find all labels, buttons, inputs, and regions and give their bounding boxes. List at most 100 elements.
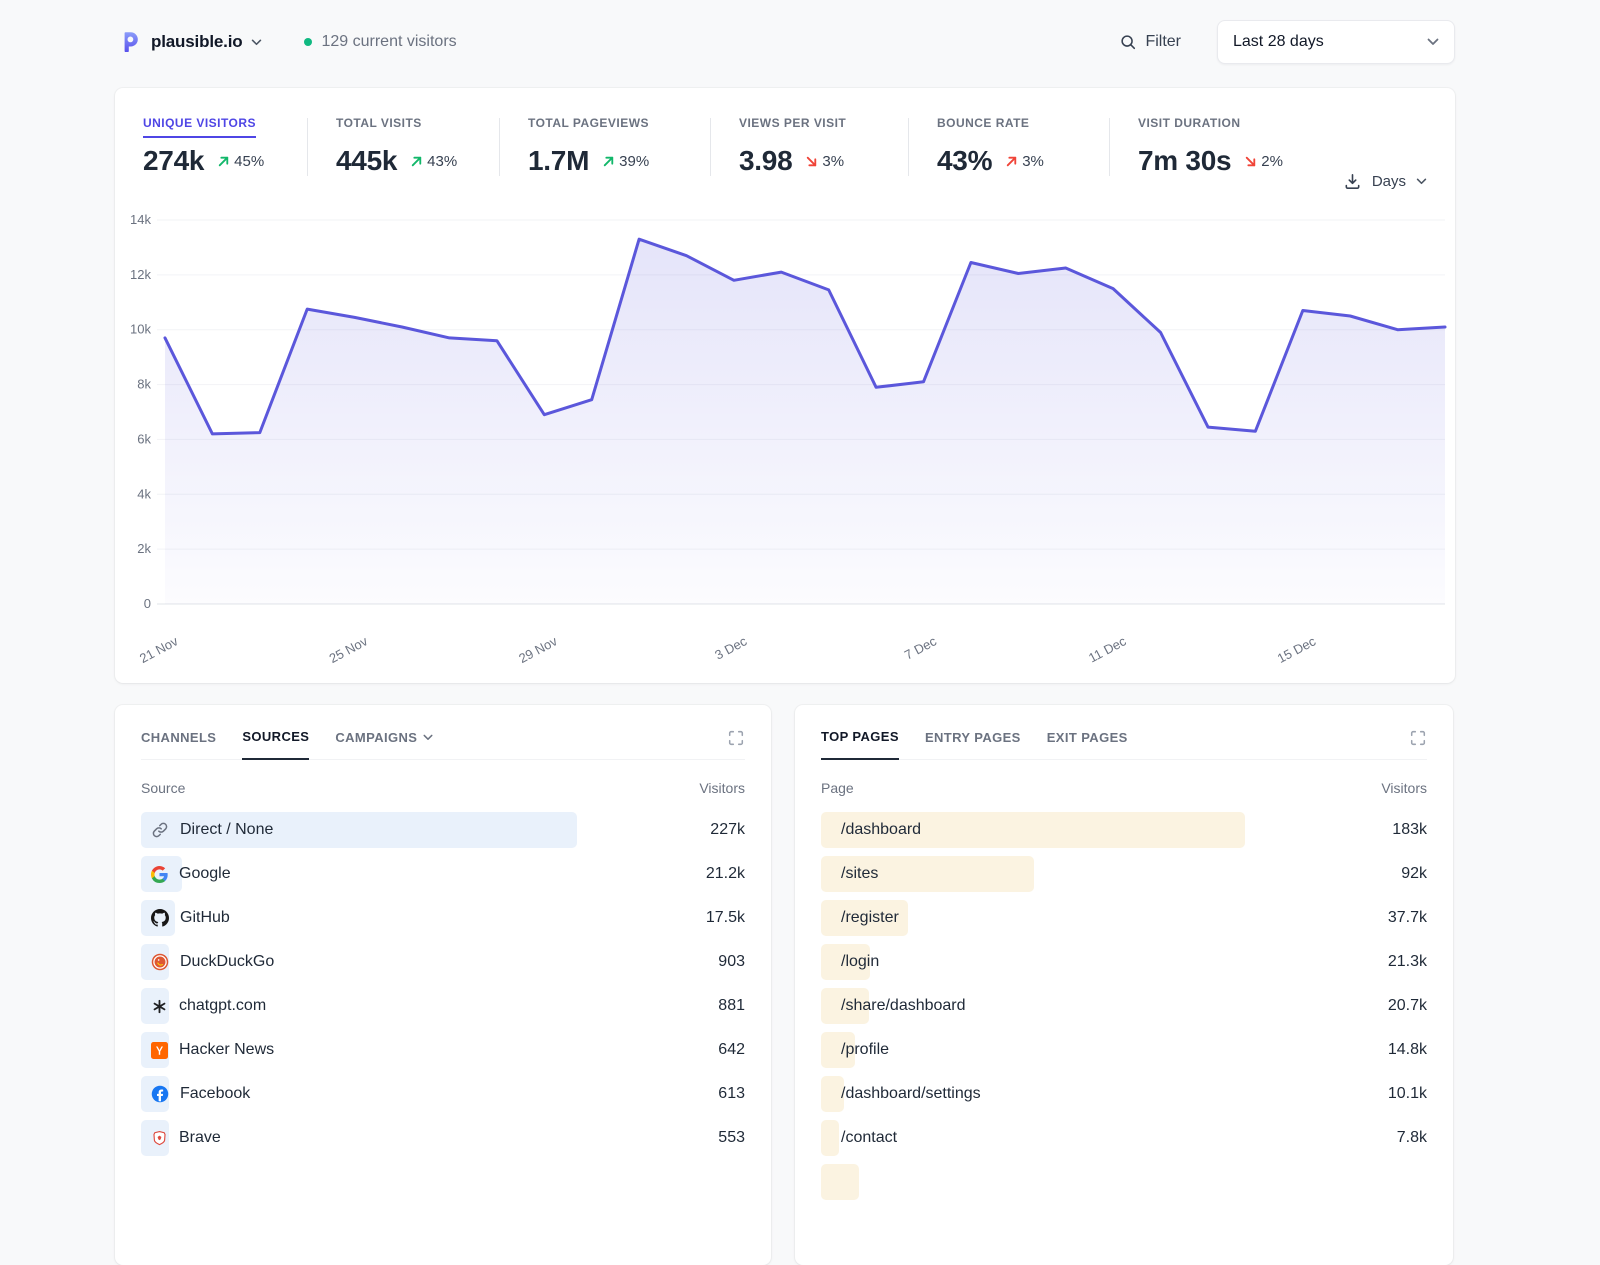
- pages-tab-exit-pages[interactable]: EXIT PAGES: [1047, 730, 1128, 759]
- svg-text:12k: 12k: [130, 267, 151, 282]
- row-visitors-value: 183k: [1392, 808, 1427, 852]
- chevron-down-icon: [1416, 178, 1427, 185]
- trend-down-arrow-icon: [805, 155, 818, 168]
- stat-value: 7m 30s: [1138, 145, 1231, 177]
- table-row[interactable]: Google 21.2k: [141, 852, 745, 896]
- stat-unique-visitors[interactable]: UNIQUE VISITORS 274k 45%: [143, 114, 307, 177]
- row-visitors-value: 37.7k: [1388, 896, 1427, 940]
- visitors-chart[interactable]: 02k4k6k8k10k12k14k21 Nov25 Nov29 Nov3 De…: [115, 188, 1455, 666]
- visitors-card: UNIQUE VISITORS 274k 45% TOTAL VISITS 445k 43…: [115, 88, 1455, 683]
- sources-column-headers: Source Visitors: [141, 760, 745, 808]
- page-label[interactable]: /profile: [841, 1041, 889, 1059]
- source-label[interactable]: GitHub: [180, 909, 230, 927]
- pages-tab-top-pages[interactable]: TOP PAGES: [821, 729, 899, 760]
- row-visitors-value: 21.2k: [706, 852, 745, 896]
- stats-row: UNIQUE VISITORS 274k 45% TOTAL VISITS 445k 43…: [115, 88, 1455, 177]
- stat-total-pageviews[interactable]: TOTAL PAGEVIEWS1.7M39%: [528, 114, 710, 177]
- column-source: Source: [141, 780, 185, 796]
- table-row[interactable]: /dashboard 183k: [821, 808, 1427, 852]
- table-row[interactable]: /register 37.7k: [821, 896, 1427, 940]
- stat-label[interactable]: TOTAL VISITS: [336, 116, 422, 138]
- filter-button[interactable]: Filter: [1119, 33, 1181, 51]
- stat-change: 2%: [1244, 153, 1283, 170]
- expand-icon[interactable]: [1409, 729, 1427, 747]
- duckduckgo-icon: [151, 953, 169, 971]
- source-label[interactable]: chatgpt.com: [179, 997, 266, 1015]
- table-row[interactable]: chatgpt.com 881: [141, 984, 745, 1028]
- table-row[interactable]: /profile 14.8k: [821, 1028, 1427, 1072]
- expand-icon[interactable]: [727, 729, 745, 747]
- google-icon: [151, 866, 168, 883]
- source-label[interactable]: Brave: [179, 1129, 221, 1147]
- table-row[interactable]: /sites92k: [821, 852, 1427, 896]
- stat-change: 3%: [805, 153, 844, 170]
- pages-list: /dashboard 183k/sites92k/register 37.7k/lo…: [821, 808, 1427, 1204]
- page-label[interactable]: /contact: [841, 1129, 897, 1147]
- stat-label[interactable]: UNIQUE VISITORS: [143, 116, 256, 138]
- page-label[interactable]: /register: [841, 909, 899, 927]
- trend-up-arrow-icon: [602, 155, 615, 168]
- pages-card: TOP PAGESENTRY PAGESEXIT PAGES Page Visi…: [795, 705, 1453, 1265]
- stat-label[interactable]: VISIT DURATION: [1138, 116, 1241, 138]
- trend-down-arrow-icon: [1244, 155, 1257, 168]
- svg-text:7 Dec: 7 Dec: [902, 633, 939, 662]
- page-label[interactable]: /login: [841, 953, 879, 971]
- current-visitors-label: 129 current visitors: [321, 33, 456, 51]
- stat-bounce-rate[interactable]: BOUNCE RATE43%3%: [937, 114, 1109, 177]
- sources-card: CHANNELS SOURCES CAMPAIGNS Source Visitors…: [115, 705, 771, 1265]
- sources-tab-channels[interactable]: CHANNELS: [141, 730, 216, 759]
- stat-change: 45%: [217, 153, 264, 170]
- table-row[interactable]: DuckDuckGo903: [141, 940, 745, 984]
- row-visitors-value: 881: [718, 984, 745, 1028]
- stat-divider: [307, 118, 308, 176]
- site-name: plausible.io: [151, 32, 242, 52]
- trend-up-arrow-icon: [1005, 155, 1018, 168]
- svg-text:10k: 10k: [130, 322, 151, 337]
- table-row[interactable]: /login21.3k: [821, 940, 1427, 984]
- stat-visit-duration[interactable]: VISIT DURATION 7m 30s 2%: [1138, 114, 1318, 177]
- svg-text:15 Dec: 15 Dec: [1275, 633, 1319, 666]
- svg-text:25 Nov: 25 Nov: [327, 633, 371, 666]
- page-label[interactable]: /dashboard: [841, 821, 921, 839]
- page-label[interactable]: /dashboard/settings: [841, 1085, 981, 1103]
- column-page: Page: [821, 780, 854, 796]
- site-switcher[interactable]: plausible.io: [118, 30, 262, 54]
- source-label[interactable]: Facebook: [180, 1085, 250, 1103]
- table-row[interactable]: Facebook613: [141, 1072, 745, 1116]
- stat-change: 43%: [410, 153, 457, 170]
- page-label[interactable]: /sites: [841, 865, 878, 883]
- table-row[interactable]: Direct / None227k: [141, 808, 745, 852]
- table-row[interactable]: GitHub17.5k: [141, 896, 745, 940]
- stat-label[interactable]: TOTAL PAGEVIEWS: [528, 116, 649, 138]
- current-visitors[interactable]: 129 current visitors: [304, 33, 456, 51]
- github-icon: [151, 909, 169, 927]
- table-row[interactable]: /share/dashboard20.7k: [821, 984, 1427, 1028]
- stat-views-per-visit[interactable]: VIEWS PER VISIT3.983%: [739, 114, 908, 177]
- svg-text:0: 0: [144, 596, 151, 611]
- table-row[interactable]: Hacker News642: [141, 1028, 745, 1072]
- row-visitors-value: 14.8k: [1388, 1028, 1427, 1072]
- source-label[interactable]: Hacker News: [179, 1041, 274, 1059]
- sources-tab-campaigns[interactable]: CAMPAIGNS: [335, 730, 433, 759]
- source-label[interactable]: DuckDuckGo: [180, 953, 274, 971]
- source-label[interactable]: Google: [179, 865, 231, 883]
- table-row[interactable]: /dashboard/settings10.1k: [821, 1072, 1427, 1116]
- table-row[interactable]: Brave553: [141, 1116, 745, 1160]
- stat-label[interactable]: VIEWS PER VISIT: [739, 116, 846, 138]
- stat-divider: [710, 118, 711, 176]
- stat-value: 274k: [143, 145, 204, 177]
- chevron-down-icon: [1427, 38, 1439, 46]
- pages-tab-entry-pages[interactable]: ENTRY PAGES: [925, 730, 1021, 759]
- page-label[interactable]: /share/dashboard: [841, 997, 966, 1015]
- table-row[interactable]: /contact7.8k: [821, 1116, 1427, 1160]
- chatgpt-icon: [151, 998, 168, 1015]
- date-range-picker[interactable]: Last 28 days: [1217, 20, 1455, 64]
- pages-tabs: TOP PAGES ENTRY PAGES EXIT PAGES: [821, 705, 1427, 760]
- stat-value: 43%: [937, 145, 992, 177]
- stat-value: 445k: [336, 145, 397, 177]
- sources-tab-sources[interactable]: SOURCES: [242, 729, 309, 760]
- svg-text:4k: 4k: [137, 486, 151, 501]
- source-label[interactable]: Direct / None: [180, 821, 273, 839]
- stat-label[interactable]: BOUNCE RATE: [937, 116, 1029, 138]
- stat-total-visits[interactable]: TOTAL VISITS 445k 43%: [336, 114, 499, 177]
